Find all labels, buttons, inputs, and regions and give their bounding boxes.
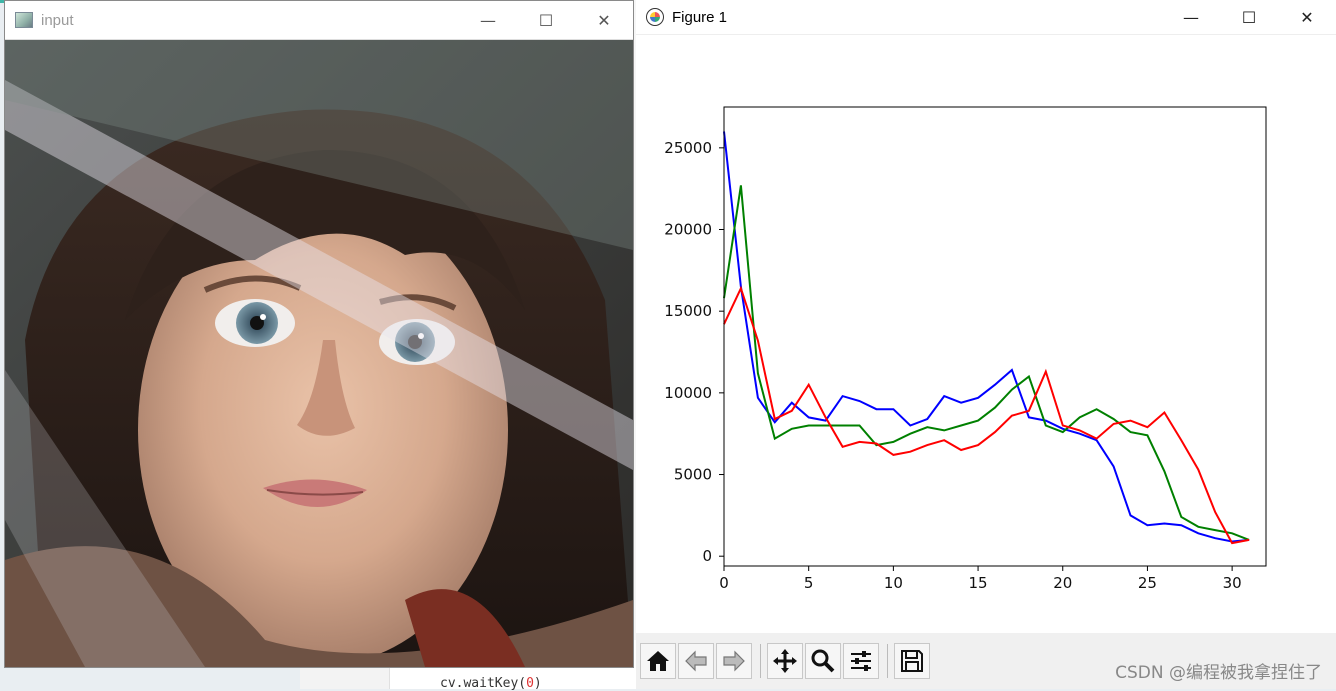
x-tick-label: 25 xyxy=(1138,574,1157,592)
plot-canvas[interactable]: 0 5 10 15 20 25 30 0 5000 10000 15000 20000 25000 xyxy=(636,35,1336,633)
configure-subplots-icon xyxy=(851,651,871,671)
home-icon xyxy=(647,651,669,671)
y-tick-label: 0 xyxy=(702,547,712,565)
y-tick-label: 10000 xyxy=(664,384,712,402)
input-window: input — ☐ ✕ xyxy=(4,0,634,668)
save-button[interactable] xyxy=(894,643,930,679)
home-button[interactable] xyxy=(640,643,676,679)
histogram-line-chart: 0 5 10 15 20 25 30 0 5000 10000 15000 20000 25000 xyxy=(664,106,1267,592)
toolbar-separator xyxy=(760,644,761,678)
close-button[interactable]: ✕ xyxy=(1278,0,1336,34)
axes-frame xyxy=(723,106,1267,567)
minimize-button[interactable]: — xyxy=(1162,0,1220,34)
back-arrow-icon xyxy=(685,650,707,672)
y-tick-label: 20000 xyxy=(664,221,712,239)
figure-window-title: Figure 1 xyxy=(672,8,728,26)
save-icon xyxy=(901,650,923,672)
series-line-0 xyxy=(723,131,1250,543)
portrait-photo xyxy=(5,40,633,667)
back-button[interactable] xyxy=(678,643,714,679)
y-tick-label: 25000 xyxy=(664,139,712,157)
input-window-title: input xyxy=(41,11,74,29)
x-tick-label: 20 xyxy=(1053,574,1072,592)
input-image xyxy=(5,40,633,667)
close-button[interactable]: ✕ xyxy=(575,1,633,39)
matplotlib-icon xyxy=(646,8,664,26)
x-tick-label: 30 xyxy=(1223,574,1242,592)
x-tick-label: 10 xyxy=(884,574,903,592)
figure-window-titlebar[interactable]: Figure 1 — ☐ ✕ xyxy=(636,0,1336,35)
zoom-icon xyxy=(811,649,835,673)
zoom-button[interactable] xyxy=(805,643,841,679)
pan-icon xyxy=(773,649,797,673)
x-tick-label: 0 xyxy=(719,574,729,592)
image-window-icon xyxy=(15,12,33,28)
forward-button[interactable] xyxy=(716,643,752,679)
figure-window: Figure 1 — ☐ ✕ 0 5 10 15 20 25 30 0 5000 10000 150… xyxy=(636,0,1336,689)
maximize-button[interactable]: ☐ xyxy=(517,1,575,39)
csdn-watermark: CSDN @编程被我拿捏住了 xyxy=(1115,663,1322,683)
series-line-1 xyxy=(723,185,1250,541)
input-window-titlebar[interactable]: input — ☐ ✕ xyxy=(5,1,633,40)
x-tick-label: 15 xyxy=(969,574,988,592)
y-tick-label: 15000 xyxy=(664,302,712,320)
forward-arrow-icon xyxy=(723,650,745,672)
pan-button[interactable] xyxy=(767,643,803,679)
minimize-button[interactable]: — xyxy=(459,1,517,39)
maximize-button[interactable]: ☐ xyxy=(1220,0,1278,34)
configure-subplots-button[interactable] xyxy=(843,643,879,679)
y-tick-label: 5000 xyxy=(674,466,712,484)
toolbar-separator xyxy=(887,644,888,678)
x-tick-label: 5 xyxy=(804,574,814,592)
series-line-2 xyxy=(723,285,1250,545)
